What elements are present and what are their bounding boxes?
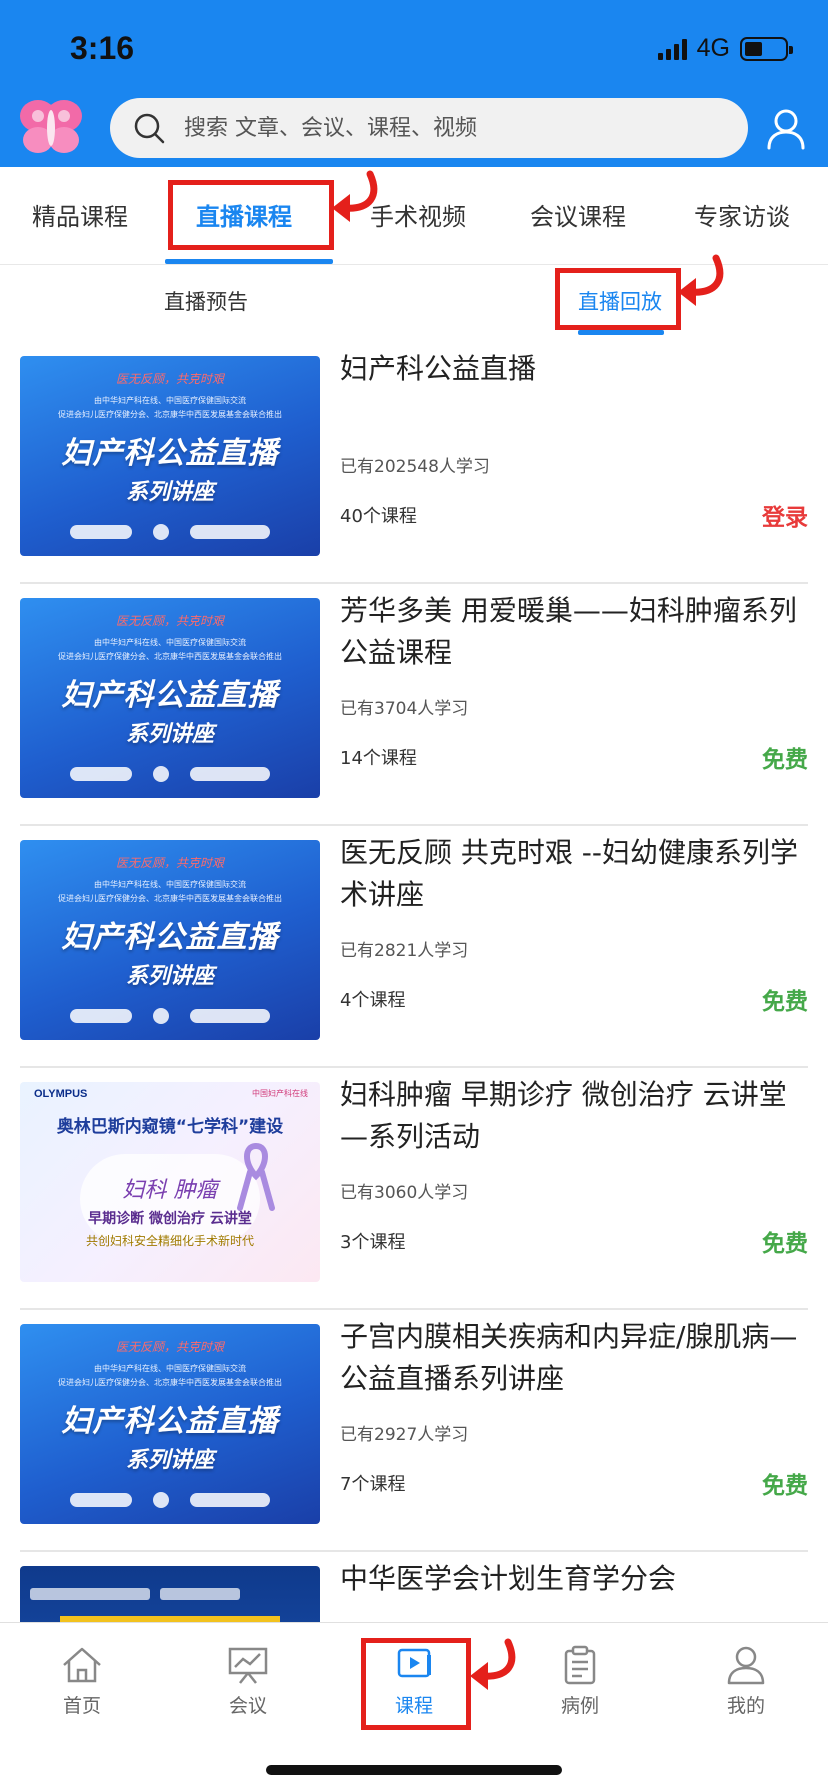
thumb-main-title: 妇产科公益直播	[61, 678, 279, 713]
nav-courses[interactable]: 课程	[359, 1645, 469, 1718]
nav-label: 会议	[228, 1695, 267, 1717]
course-title[interactable]: 医无反顾 共克时艰 --妇幼健康系列学术讲座	[340, 832, 810, 916]
home-indicator	[266, 1765, 562, 1775]
course-price-badge[interactable]: 免费	[762, 1466, 808, 1500]
course-count: 4个课程	[340, 990, 406, 1011]
nav-label: 课程	[394, 1695, 433, 1717]
clipboard-icon	[564, 1645, 596, 1685]
nav-cases[interactable]: 病例	[525, 1645, 635, 1718]
search-input[interactable]	[184, 115, 704, 141]
tab-expert-interviews[interactable]: 专家访谈	[694, 197, 790, 232]
thumb-line2: 共创妇科安全精细化手术新时代	[85, 1234, 254, 1248]
tab-surgery-videos[interactable]: 手术视频	[370, 197, 466, 232]
thumb-organizers: 由中华妇产科在线、中国医疗保健国际交流 促进会妇儿医疗保健分会、北京康华中西医发展…	[58, 396, 282, 419]
meeting-board-icon	[228, 1647, 268, 1684]
course-count: 40个课程	[340, 506, 417, 527]
subtab-live-replay[interactable]: 直播回放	[578, 286, 662, 316]
status-time: 3:16	[70, 30, 135, 66]
subtab-live-preview[interactable]: 直播预告	[164, 286, 248, 316]
home-icon	[63, 1647, 101, 1683]
tab-meeting-courses[interactable]: 会议课程	[530, 197, 626, 232]
course-thumbnail[interactable]	[20, 1566, 320, 1622]
course-count: 3个课程	[340, 1232, 406, 1253]
thumb-main-title: 妇产科公益直播	[61, 920, 279, 955]
course-thumbnail[interactable]: 医无反顾，共克时艰 由中华妇产科在线、中国医疗保健国际交流 促进会妇儿医疗保健分会…	[20, 1324, 320, 1524]
thumb-organizers: 由中华妇产科在线、中国医疗保健国际交流 促进会妇儿医疗保健分会、北京康华中西医发展…	[58, 880, 282, 903]
nav-home[interactable]: 首页	[27, 1645, 137, 1718]
course-item[interactable]: 医无反顾，共克时艰 由中华妇产科在线、中国医疗保健国际交流 促进会妇儿医疗保健分会…	[20, 342, 808, 584]
course-item[interactable]: 医无反顾，共克时艰 由中华妇产科在线、中国医疗保健国际交流 促进会妇儿医疗保健分会…	[20, 584, 808, 826]
course-price-badge[interactable]: 登录	[762, 498, 808, 532]
thumb-line1: 早期诊断 微创治疗 云讲堂	[88, 1211, 252, 1227]
profile-icon	[727, 1646, 765, 1685]
course-price-badge[interactable]: 免费	[762, 1224, 808, 1258]
butterfly-logo-icon[interactable]	[16, 96, 86, 158]
sponsor-logos	[70, 764, 270, 784]
thumb-series: 系列讲座	[125, 1448, 214, 1473]
network-label: 4G	[696, 34, 730, 62]
thumb-series: 系列讲座	[125, 480, 214, 505]
course-learners: 已有202548人学习	[340, 457, 490, 477]
sponsor-logos	[70, 1490, 270, 1510]
nav-label: 我的	[726, 1695, 765, 1717]
tab-premium-courses[interactable]: 精品课程	[32, 197, 128, 232]
signal-icon	[657, 38, 687, 60]
thumb-org: 中国妇产科在线	[252, 1089, 308, 1098]
thumb-slogan: 医无反顾，共克时艰	[115, 372, 224, 386]
course-learners: 已有3704人学习	[340, 699, 469, 719]
thumb-main-title: 妇产科公益直播	[61, 436, 279, 471]
course-learners: 已有3060人学习	[340, 1183, 469, 1203]
thumb-organizers: 由中华妇产科在线、中国医疗保健国际交流 促进会妇儿医疗保健分会、北京康华中西医发展…	[58, 1364, 282, 1387]
thumb-slogan: 医无反顾，共克时艰	[115, 856, 224, 870]
course-title[interactable]: 妇科肿瘤 早期诊疗 微创治疗 云讲堂—系列活动	[340, 1074, 810, 1158]
course-price-badge[interactable]: 免费	[762, 982, 808, 1016]
thumb-slogan: 医无反顾，共克时艰	[115, 1340, 224, 1354]
course-title[interactable]: 芳华多美 用爱暖巢——妇科肿瘤系列公益课程	[340, 590, 810, 674]
thumb-organizers: 由中华妇产科在线、中国医疗保健国际交流 促进会妇儿医疗保健分会、北京康华中西医发展…	[58, 638, 282, 661]
course-title[interactable]: 中华医学会计划生育学分会	[340, 1558, 810, 1600]
nav-label: 病例	[560, 1695, 599, 1717]
course-play-icon	[397, 1648, 431, 1678]
main-tab-bar: 精品课程 直播课程 手术视频 会议课程 专家访谈	[0, 167, 828, 265]
course-learners: 已有2821人学习	[340, 941, 469, 961]
thumb-slogan: 医无反顾，共克时艰	[115, 614, 224, 628]
course-learners: 已有2927人学习	[340, 1425, 469, 1445]
course-list: 医无反顾，共克时艰 由中华妇产科在线、中国医疗保健国际交流 促进会妇儿医疗保健分会…	[0, 342, 828, 1622]
course-count: 7个课程	[340, 1474, 406, 1495]
sub-tab-bar: 直播预告 直播回放	[0, 266, 828, 342]
sponsor-logos	[70, 1006, 270, 1026]
battery-icon	[740, 36, 793, 61]
app-header: 3:16 4G	[0, 0, 828, 167]
course-thumbnail[interactable]: 医无反顾，共克时艰 由中华妇产科在线、中国医疗保健国际交流 促进会妇儿医疗保健分会…	[20, 840, 320, 1040]
nav-label: 首页	[62, 1695, 101, 1717]
course-title[interactable]: 妇产科公益直播	[340, 348, 810, 390]
course-item[interactable]: 中华医学会计划生育学分会	[20, 1552, 808, 1622]
search-bar[interactable]	[110, 98, 748, 158]
course-thumbnail[interactable]: 医无反顾，共克时艰 由中华妇产科在线、中国医疗保健国际交流 促进会妇儿医疗保健分会…	[20, 598, 320, 798]
thumb-series: 系列讲座	[125, 964, 214, 989]
course-item[interactable]: 医无反顾，共克时艰 由中华妇产科在线、中国医疗保健国际交流 促进会妇儿医疗保健分会…	[20, 826, 808, 1068]
nav-meeting[interactable]: 会议	[193, 1645, 303, 1718]
status-indicators: 4G	[657, 34, 793, 63]
thumb-title: 奥林巴斯内窥镜“七学科”建设	[56, 1117, 284, 1137]
course-thumbnail[interactable]: OLYMPUS 中国妇产科在线 奥林巴斯内窥镜“七学科”建设 妇科 肿瘤 早期诊…	[20, 1082, 320, 1282]
course-price-badge[interactable]: 免费	[762, 740, 808, 774]
olympus-brand: OLYMPUS	[34, 1088, 88, 1100]
course-count: 14个课程	[340, 748, 417, 769]
active-tab-indicator	[165, 259, 333, 264]
sponsor-logos	[70, 522, 270, 542]
course-item[interactable]: 医无反顾，共克时艰 由中华妇产科在线、中国医疗保健国际交流 促进会妇儿医疗保健分会…	[20, 1310, 808, 1552]
active-subtab-indicator	[578, 330, 664, 335]
thumb-series: 系列讲座	[125, 722, 214, 747]
tab-live-courses[interactable]: 直播课程	[196, 197, 292, 232]
course-title[interactable]: 子宫内膜相关疾病和内异症/腺肌病—公益直播系列讲座	[340, 1316, 810, 1400]
search-icon	[134, 113, 165, 144]
nav-mine[interactable]: 我的	[691, 1645, 801, 1718]
user-profile-icon[interactable]	[766, 108, 806, 150]
thumb-main-title: 妇产科公益直播	[61, 1404, 279, 1439]
thumb-name: 妇科 肿瘤	[122, 1178, 218, 1203]
course-thumbnail[interactable]: 医无反顾，共克时艰 由中华妇产科在线、中国医疗保健国际交流 促进会妇儿医疗保健分会…	[20, 356, 320, 556]
course-item[interactable]: OLYMPUS 中国妇产科在线 奥林巴斯内窥镜“七学科”建设 妇科 肿瘤 早期诊…	[20, 1068, 808, 1310]
